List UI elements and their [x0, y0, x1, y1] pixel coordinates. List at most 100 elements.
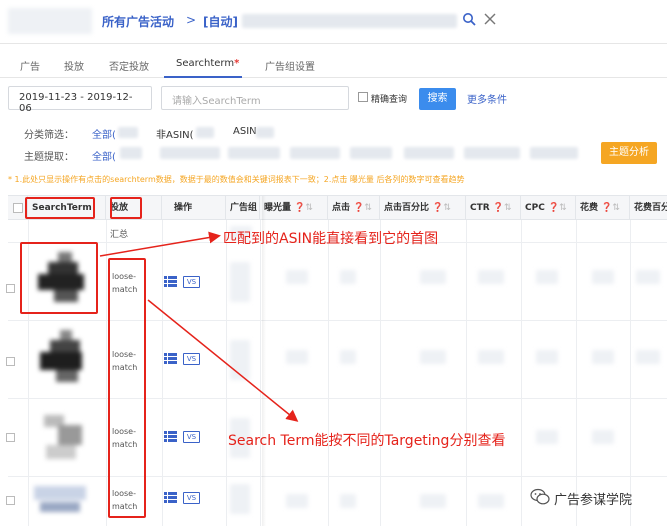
close-icon[interactable] [483, 12, 497, 26]
column-divider [521, 220, 522, 526]
sort-icon[interactable]: ❓⇅ [601, 203, 620, 213]
compare-vs-button[interactable]: VS [183, 431, 200, 443]
list-icon[interactable] [164, 431, 177, 442]
tab-bar: 广告 投放 否定投放 Searchterm* 广告组设置 [0, 52, 667, 78]
select-all-checkbox[interactable] [13, 203, 23, 213]
highlight-asin-image [20, 242, 98, 314]
sort-icon[interactable]: ❓⇅ [353, 203, 372, 213]
tab-searchterm[interactable]: Searchterm* [176, 58, 239, 69]
watermark-text: 广告参谋学院 [554, 493, 633, 508]
blurred-cell [636, 270, 660, 284]
column-impressions[interactable]: 曝光量 ❓⇅ [260, 196, 328, 220]
blurred-cell [340, 270, 356, 284]
blurred-cell [420, 494, 446, 508]
column-adgroup[interactable]: 广告组 [226, 196, 260, 220]
compare-vs-button[interactable]: VS [183, 353, 200, 365]
tab-targeting[interactable]: 投放 [64, 58, 84, 73]
breadcrumb-campaign-type: [自动] [203, 15, 238, 29]
sort-icon[interactable]: ❓⇅ [432, 203, 451, 213]
date-range-picker[interactable]: 2019-11-23 - 2019-12-06 [8, 86, 152, 114]
row-checkbox[interactable] [6, 496, 15, 505]
column-spend[interactable]: 花费 ❓⇅ [576, 196, 630, 220]
asin-product-image[interactable] [30, 405, 90, 467]
blurred-cell [478, 350, 504, 364]
column-spend-pct[interactable]: 花费百分 [630, 196, 667, 220]
blurred-topic [350, 147, 392, 159]
summary-row-label: 汇总 [110, 230, 129, 240]
column-click-pct-label: 点击百分比 [384, 203, 430, 213]
breadcrumb-all-campaigns[interactable]: 所有广告活动 [102, 13, 174, 30]
highlight-searchterm-header [25, 197, 95, 219]
tab-adgroup-settings[interactable]: 广告组设置 [265, 58, 315, 73]
blurred-cell [536, 270, 558, 284]
blurred-cell [636, 350, 660, 364]
sort-icon[interactable]: ❓⇅ [294, 203, 313, 213]
blurred-count [120, 147, 142, 159]
compare-vs-button[interactable]: VS [183, 492, 200, 504]
header-bar: 所有广告活动 > [自动] [0, 0, 667, 44]
tab-ads[interactable]: 广告 [20, 58, 40, 73]
highlight-targeting-header [110, 197, 142, 219]
compare-vs-button[interactable]: VS [183, 276, 200, 288]
column-cpc[interactable]: CPC ❓⇅ [521, 196, 576, 220]
column-clicks[interactable]: 点击 ❓⇅ [328, 196, 380, 220]
search-button[interactable]: 搜索 [419, 88, 456, 110]
row-checkbox[interactable] [6, 284, 15, 293]
blurred-topic [404, 147, 454, 159]
list-icon[interactable] [164, 276, 177, 287]
row-checkbox[interactable] [6, 433, 15, 442]
exact-search-checkbox[interactable] [358, 92, 368, 102]
breadcrumb-separator: > [186, 13, 197, 27]
blurred-cell [592, 430, 614, 444]
column-cpc-label: CPC [525, 203, 545, 213]
wechat-icon [530, 488, 550, 505]
topic-extract-label: 主题提取： [24, 152, 74, 163]
search-icon[interactable] [462, 12, 476, 26]
column-divider [260, 220, 261, 526]
blurred-cell [230, 262, 250, 302]
data-hint-note: * 1.此处只显示操作有点击的searchterm数据，数据于最的数值会和关键词… [8, 175, 465, 184]
column-actions: 操作 [162, 196, 226, 220]
topic-option-all[interactable]: 全部( [92, 148, 116, 163]
blurred-topic [530, 147, 578, 159]
asin-product-image[interactable] [28, 480, 92, 520]
blurred-cell [420, 270, 446, 284]
row-checkbox[interactable] [6, 357, 15, 366]
asin-product-image[interactable] [30, 326, 90, 388]
column-spend-label: 花费 [580, 203, 599, 213]
blurred-cell [230, 340, 250, 380]
blurred-cell [592, 350, 614, 364]
column-divider [106, 220, 107, 526]
blurred-cell [536, 430, 558, 444]
sort-icon[interactable]: ❓⇅ [493, 203, 512, 213]
list-icon[interactable] [164, 492, 177, 503]
blurred-campaign-name [242, 14, 457, 28]
searchterm-input[interactable]: 请输入SearchTerm [161, 86, 349, 110]
category-option-asin[interactable]: ASIN [233, 126, 257, 137]
sort-icon[interactable]: ❓⇅ [548, 203, 567, 213]
blurred-cell [340, 494, 356, 508]
blurred-logo [8, 8, 92, 34]
column-divider [162, 220, 163, 526]
column-divider [630, 220, 631, 526]
blurred-cell [286, 494, 308, 508]
theme-analysis-button[interactable]: 主题分析 [601, 142, 657, 164]
annotation-targeting-note: Search Term能按不同的Targeting分别查看 [228, 433, 506, 449]
column-divider [226, 220, 227, 526]
tab-negative-targeting[interactable]: 否定投放 [109, 58, 149, 73]
column-click-pct[interactable]: 点击百分比 ❓⇅ [380, 196, 466, 220]
exact-search-label: 精确查询 [371, 95, 408, 105]
more-conditions-link[interactable]: 更多条件 [467, 91, 507, 106]
category-option-all[interactable]: 全部( [92, 126, 116, 141]
column-ctr[interactable]: CTR ❓⇅ [466, 196, 521, 220]
column-ctr-label: CTR [470, 203, 490, 213]
blurred-cell [536, 350, 558, 364]
blurred-count [118, 127, 138, 138]
blurred-topic [290, 147, 340, 159]
list-icon[interactable] [164, 353, 177, 364]
category-option-non-asin[interactable]: 非ASIN( [156, 126, 194, 141]
highlight-targeting-column [108, 258, 146, 518]
blurred-cell [420, 350, 446, 364]
tab-searchterm-marker: * [234, 58, 240, 69]
blurred-cell [230, 484, 250, 514]
